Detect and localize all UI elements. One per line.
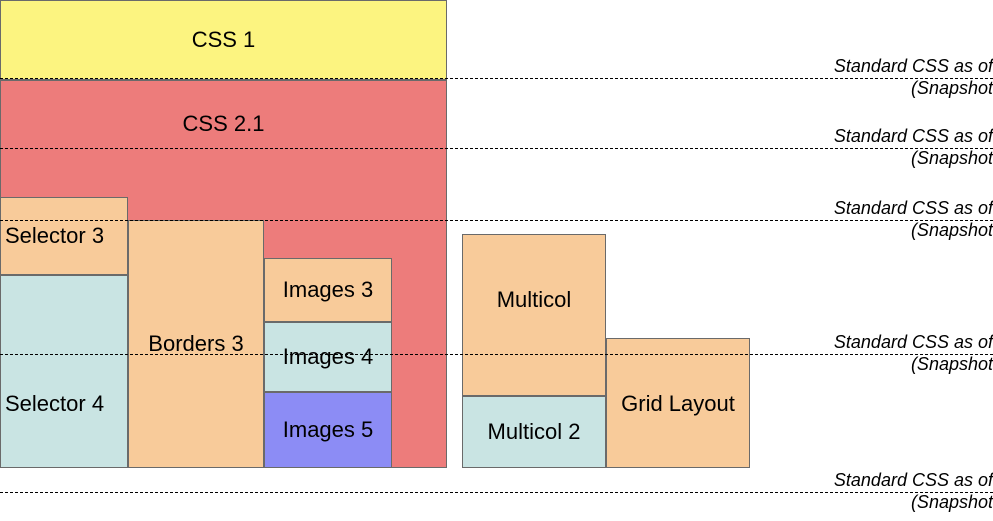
annotation-4-line1: Standard CSS as of <box>834 332 993 352</box>
label-images3: Images 3 <box>283 277 374 303</box>
label-css21: CSS 2.1 <box>1 111 446 137</box>
annotation-2-line2: (Snapshot <box>911 148 993 168</box>
label-css1: CSS 1 <box>192 27 256 53</box>
annotation-5: Standard CSS as of (Snapshot <box>834 470 993 513</box>
annotation-3-line1: Standard CSS as of <box>834 198 993 218</box>
annotation-3-line2: (Snapshot <box>911 220 993 240</box>
label-gridlayout: Grid Layout <box>607 391 749 417</box>
annotation-2-line1: Standard CSS as of <box>834 126 993 146</box>
block-selector4: Selector 4 <box>0 275 128 468</box>
annotation-1: Standard CSS as of (Snapshot <box>834 56 993 99</box>
annotation-1-line2: (Snapshot <box>911 78 993 98</box>
block-images4: Images 4 <box>264 322 392 392</box>
annotation-3: Standard CSS as of (Snapshot <box>834 198 993 241</box>
block-images3: Images 3 <box>264 258 392 322</box>
block-images5: Images 5 <box>264 392 392 468</box>
annotation-4-line2: (Snapshot <box>911 354 993 374</box>
block-borders3: Borders 3 <box>128 220 264 468</box>
annotation-1-line1: Standard CSS as of <box>834 56 993 76</box>
label-multicol: Multicol <box>463 287 605 313</box>
label-images5: Images 5 <box>283 417 374 443</box>
block-css1: CSS 1 <box>0 0 447 80</box>
label-selector3: Selector 3 <box>5 223 104 249</box>
label-images4: Images 4 <box>283 344 374 370</box>
block-multicol: Multicol <box>462 234 606 396</box>
annotation-5-line1: Standard CSS as of <box>834 470 993 490</box>
annotation-2: Standard CSS as of (Snapshot <box>834 126 993 169</box>
label-selector4: Selector 4 <box>5 391 104 417</box>
label-multicol2: Multicol 2 <box>488 419 581 445</box>
block-multicol2: Multicol 2 <box>462 396 606 468</box>
annotation-5-line2: (Snapshot <box>911 492 993 512</box>
block-selector3: Selector 3 <box>0 197 128 275</box>
block-gridlayout: Grid Layout <box>606 338 750 468</box>
annotation-4: Standard CSS as of (Snapshot <box>834 332 993 375</box>
